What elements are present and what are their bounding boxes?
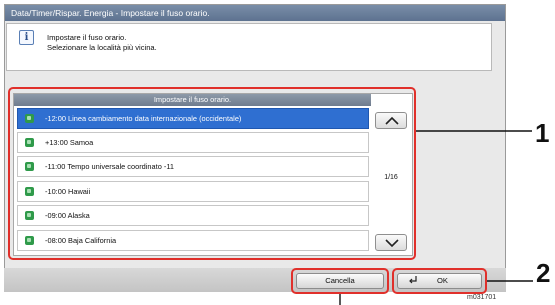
info-line-2: Selezionare la località più vicina. xyxy=(47,43,157,52)
timezone-row[interactable]: -11:00 Tempo universale coordinato -11 xyxy=(17,156,369,177)
callout-number-2: 2 xyxy=(536,258,551,288)
timezone-row[interactable]: -10:00 Hawaii xyxy=(17,181,369,202)
info-icon: i xyxy=(19,30,34,45)
page-indicator: 1/16 xyxy=(384,174,398,181)
list-header: Impostare il fuso orario. xyxy=(14,94,371,106)
timezone-label: -08:00 Baja California xyxy=(45,236,117,245)
timezone-label: -09:00 Alaska xyxy=(45,211,90,220)
enter-icon xyxy=(409,276,417,284)
globe-icon xyxy=(25,236,34,245)
ok-button[interactable]: OK xyxy=(397,273,482,289)
scroll-column: 1/16 xyxy=(372,106,410,254)
globe-icon xyxy=(25,114,34,123)
callout-number-1: 1 xyxy=(535,118,550,148)
globe-icon xyxy=(25,211,34,220)
scroll-down-button[interactable] xyxy=(375,234,407,251)
timezone-label: -11:00 Tempo universale coordinato -11 xyxy=(45,162,175,171)
scroll-up-button[interactable] xyxy=(375,112,407,129)
cancel-button[interactable]: Cancella xyxy=(296,273,384,289)
ok-label: OK xyxy=(437,276,448,285)
timezone-row[interactable]: +13:00 Samoa xyxy=(17,132,369,153)
globe-icon xyxy=(25,162,34,171)
globe-icon xyxy=(25,187,34,196)
chevron-up-icon xyxy=(385,116,399,125)
timezone-list: Impostare il fuso orario. -12:00 Linea c… xyxy=(13,93,413,256)
window-title: Data/Timer/Rispar. Energia - Impostare i… xyxy=(5,5,505,21)
timezone-label: -12:00 Linea cambiamento data internazio… xyxy=(45,114,242,123)
timezone-label: +13:00 Samoa xyxy=(45,138,94,147)
timezone-row[interactable]: -12:00 Linea cambiamento data internazio… xyxy=(17,108,369,129)
chevron-down-icon xyxy=(385,239,399,248)
figure-code: m031701 xyxy=(467,294,497,301)
globe-icon xyxy=(25,138,34,147)
info-line-1: Impostare il fuso orario. xyxy=(47,33,127,42)
info-panel: i Impostare il fuso orario. Selezionare … xyxy=(6,23,492,71)
timezone-row[interactable]: -08:00 Baja California xyxy=(17,230,369,251)
timezone-label: -10:00 Hawaii xyxy=(45,187,91,196)
timezone-row[interactable]: -09:00 Alaska xyxy=(17,205,369,226)
